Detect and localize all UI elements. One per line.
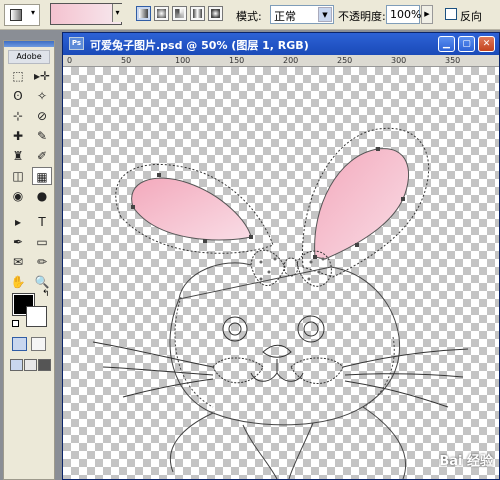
pen-icon[interactable]: ✒ xyxy=(8,233,28,251)
healing-icon[interactable]: ✚ xyxy=(8,127,28,145)
gradient-picker-arrow-icon[interactable]: ▾ xyxy=(112,4,122,22)
ruler-tick-label: 150 xyxy=(229,56,245,65)
photoshop-doc-icon: Ps xyxy=(69,37,84,50)
quick-mask-mode-button[interactable] xyxy=(31,337,46,351)
maximize-button[interactable]: ▢ xyxy=(458,36,475,52)
default-colors-icon[interactable] xyxy=(12,320,19,327)
full-screen-mode-button[interactable] xyxy=(38,359,51,371)
marquee-icon[interactable]: ⬚ xyxy=(8,67,28,85)
bunny-bottom-outline xyxy=(169,406,407,479)
blur-icon[interactable]: ◉ xyxy=(8,187,28,205)
chevron-down-icon: ▾ xyxy=(30,8,35,17)
angle-gradient-button[interactable] xyxy=(172,6,187,21)
document-title: 可爱兔子图片.psd @ 50% (图层 1, RGB) xyxy=(90,39,309,52)
standard-screen-mode-button[interactable] xyxy=(10,359,23,371)
crop-icon[interactable]: ⊹ xyxy=(8,107,28,125)
bunny-drawing xyxy=(92,127,469,479)
diamond-gradient-icon xyxy=(211,9,220,18)
standard-mode-button[interactable] xyxy=(12,337,27,351)
right-ear-fill xyxy=(314,148,410,260)
image-canvas[interactable]: Bai 经验 xyxy=(63,67,499,479)
bow-dots xyxy=(259,257,325,281)
close-button[interactable]: ✕ xyxy=(478,36,495,52)
ruler-tick-label: 200 xyxy=(283,56,299,65)
shape-icon[interactable]: ▭ xyxy=(32,233,52,251)
blend-mode-value: 正常 xyxy=(274,10,296,23)
slice-icon[interactable]: ⊘ xyxy=(32,107,52,125)
blend-mode-select[interactable]: 正常 ▼ xyxy=(270,5,334,24)
ruler-tick-label: 350 xyxy=(445,56,461,65)
left-ear-fill xyxy=(131,177,252,241)
palette-title-grip[interactable] xyxy=(4,41,54,47)
tool-preset-picker[interactable]: ▾ xyxy=(4,4,40,26)
mode-label: 模式: xyxy=(236,10,262,23)
diamond-gradient-button[interactable] xyxy=(208,6,223,21)
minimize-button[interactable]: ▁ xyxy=(438,36,455,52)
gradient-icon[interactable]: ▦ xyxy=(32,167,52,185)
adobe-logo: Adobe xyxy=(8,50,50,64)
ruler-tick-label: 50 xyxy=(121,56,132,65)
brush-icon[interactable]: ✎ xyxy=(32,127,52,145)
chevron-down-icon: ▼ xyxy=(318,7,332,22)
bunny-whiskers xyxy=(92,341,469,408)
opacity-input[interactable]: 100% xyxy=(386,5,421,24)
linear-gradient-button[interactable] xyxy=(136,6,151,21)
reverse-checkbox[interactable] xyxy=(445,8,457,20)
reverse-label: 反向 xyxy=(460,10,482,23)
lasso-icon[interactable]: ʘ xyxy=(8,87,28,105)
radial-gradient-icon xyxy=(157,9,166,18)
path-select-icon[interactable]: ▸ xyxy=(8,213,28,231)
horizontal-ruler: 0 50 100 150 200 250 300 350 xyxy=(63,55,499,67)
move-icon[interactable]: ▸✛ xyxy=(32,67,52,85)
document-titlebar[interactable]: Ps 可爱兔子图片.psd @ 50% (图层 1, RGB) ▁ ▢ ✕ xyxy=(63,33,499,55)
eraser-icon[interactable]: ◫ xyxy=(8,167,28,185)
bunny-head-outline xyxy=(169,262,401,426)
ruler-tick-label: 250 xyxy=(337,56,353,65)
hand-icon[interactable]: ✋ xyxy=(8,273,28,291)
background-color-swatch[interactable] xyxy=(26,306,47,327)
magic-wand-icon[interactable]: ✧ xyxy=(32,87,52,105)
bunny-muzzle xyxy=(212,344,344,384)
options-bar: ▾ ▾ 模式: 正常 ▼ 不透明度: 100% ▶ 反向 xyxy=(0,0,500,30)
history-brush-icon[interactable]: ✐ xyxy=(32,147,52,165)
swap-colors-icon[interactable]: ↰ xyxy=(42,289,50,299)
tool-palette: Adobe ⬚ ▸✛ ʘ ✧ ⊹ ⊘ ✚ ✎ ♜ ✐ ◫ ▦ ◉ ● ▸ T ✒ ▭ ✉ ✏ ✋ 🔍 ↰ xyxy=(3,40,55,480)
eyedropper-icon[interactable]: ✏ xyxy=(32,253,52,271)
ruler-tick-label: 100 xyxy=(175,56,191,65)
baidu-watermark: Bai 经验 xyxy=(439,454,493,469)
document-window: Ps 可爱兔子图片.psd @ 50% (图层 1, RGB) ▁ ▢ ✕ 0 5… xyxy=(62,32,500,480)
reflected-gradient-icon xyxy=(193,9,202,18)
full-screen-menu-mode-button[interactable] xyxy=(24,359,37,371)
reflected-gradient-button[interactable] xyxy=(190,6,205,21)
radial-gradient-button[interactable] xyxy=(154,6,169,21)
linear-gradient-icon xyxy=(139,9,148,18)
ruler-tick-label: 0 xyxy=(67,56,73,65)
notes-icon[interactable]: ✉ xyxy=(8,253,28,271)
ruler-tick-label: 300 xyxy=(391,56,407,65)
opacity-slider-arrow-icon[interactable]: ▶ xyxy=(421,5,433,24)
type-icon[interactable]: T xyxy=(32,213,52,231)
bunny-face-inner xyxy=(174,296,395,408)
stamp-icon[interactable]: ♜ xyxy=(8,147,28,165)
angle-gradient-icon xyxy=(175,9,184,18)
opacity-label: 不透明度: xyxy=(338,10,386,23)
bunny-eyes xyxy=(222,315,325,343)
dodge-icon[interactable]: ● xyxy=(32,187,52,205)
gradient-tool-icon xyxy=(10,9,22,21)
